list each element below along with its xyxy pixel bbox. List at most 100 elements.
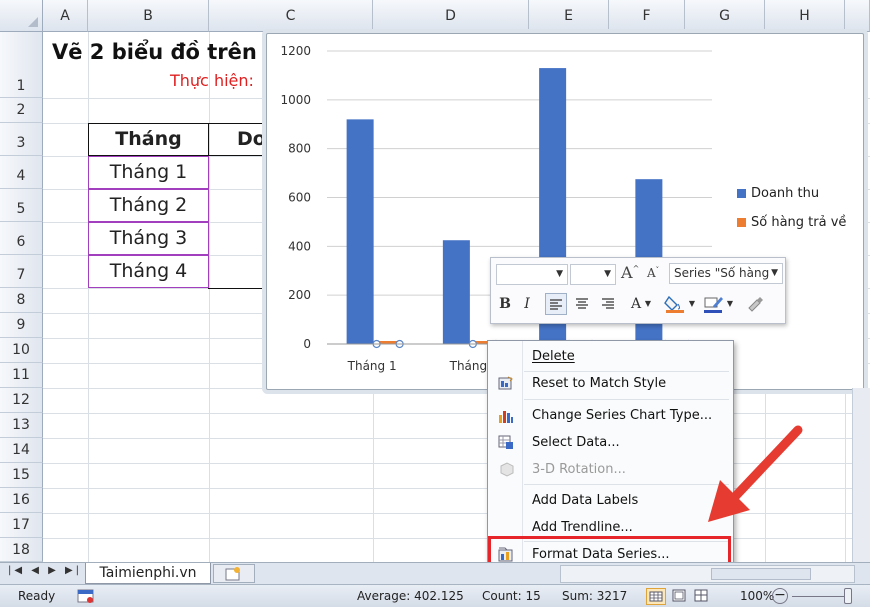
grow-font-button[interactable]: A^ bbox=[621, 263, 639, 282]
menu-separator bbox=[524, 399, 729, 400]
x-tick-label: Tháng 1 bbox=[347, 359, 397, 373]
col-header-f[interactable]: F bbox=[609, 0, 685, 32]
page-layout-icon bbox=[672, 589, 686, 602]
row-header-13[interactable]: 13 bbox=[0, 413, 43, 438]
gridline bbox=[209, 32, 210, 562]
bold-button[interactable]: B bbox=[497, 293, 513, 315]
series-select[interactable]: Series "Số hàng ▼ bbox=[669, 263, 783, 284]
legend-swatch bbox=[737, 189, 746, 198]
minus-icon: − bbox=[774, 587, 786, 603]
zoom-slider[interactable] bbox=[792, 596, 850, 597]
status-bar: Ready Average: 402.125 Count: 15 Sum: 32… bbox=[0, 584, 870, 607]
bar-doanh-thu[interactable] bbox=[346, 119, 374, 344]
mini-format-toolbar[interactable]: ▼ ▼ A^ A˅ Series "Số hàng ▼ B I A ▼ ▼ ▼ bbox=[490, 257, 786, 324]
col-header-c[interactable]: C bbox=[209, 0, 373, 32]
status-mode: Ready bbox=[18, 589, 56, 603]
chevron-down-icon: ▼ bbox=[771, 264, 778, 283]
sheet-tab-active[interactable]: Taimienphi.vn bbox=[85, 563, 211, 584]
select-data-icon bbox=[498, 435, 513, 449]
shrink-font-button[interactable]: A˅ bbox=[647, 266, 659, 280]
zoom-level[interactable]: 100% bbox=[740, 589, 774, 603]
col-header-b[interactable]: B bbox=[88, 0, 209, 32]
row-header-3[interactable]: 3 bbox=[0, 123, 43, 156]
bar-doanh-thu[interactable] bbox=[442, 240, 470, 344]
scroll-thumb[interactable] bbox=[711, 568, 811, 580]
table-cell-month[interactable]: Tháng 3 bbox=[88, 222, 209, 255]
row-header-16[interactable]: 16 bbox=[0, 488, 43, 513]
row-header-7[interactable]: 7 bbox=[0, 255, 43, 288]
table-cell-month[interactable]: Tháng 1 bbox=[88, 156, 209, 189]
x-tick-label: Tháng bbox=[449, 359, 488, 373]
menu-item-label: Change Series Chart Type... bbox=[532, 408, 713, 423]
row-header-4[interactable]: 4 bbox=[0, 156, 43, 189]
table-cell-month[interactable]: Tháng 2 bbox=[88, 189, 209, 222]
menu-item-delete[interactable]: Delete bbox=[488, 343, 733, 370]
sheet-title: Vẽ 2 biểu đồ trên bbox=[52, 40, 257, 64]
tab-scroll-buttons[interactable]: |◀ ◀ ▶ ▶| bbox=[8, 565, 82, 576]
annotation-arrow-icon bbox=[708, 425, 803, 522]
legend-item-doanh-thu[interactable]: Doanh thu bbox=[737, 186, 819, 201]
menu-item-label: Select Data... bbox=[532, 435, 620, 450]
font-size-select[interactable]: ▼ bbox=[570, 264, 616, 285]
menu-item-reset-style[interactable]: Reset to Match Style bbox=[488, 370, 733, 397]
series-select-label: Series "Số hàng bbox=[674, 266, 770, 280]
zoom-slider-thumb[interactable] bbox=[844, 588, 852, 604]
chart-area[interactable]: 0 200 400 600 800 1000 1200 Tháng 1 Tháng Doanh … bbox=[266, 33, 864, 390]
page-layout-button[interactable] bbox=[670, 588, 690, 605]
row-header-8[interactable]: 8 bbox=[0, 288, 43, 313]
row-header-6[interactable]: 6 bbox=[0, 222, 43, 255]
legend-label: Số hàng trả về bbox=[751, 215, 847, 230]
row-header-17[interactable]: 17 bbox=[0, 513, 43, 538]
format-painter-icon bbox=[748, 297, 763, 312]
align-left-button[interactable] bbox=[545, 293, 567, 315]
col-header-next[interactable] bbox=[845, 0, 870, 32]
font-color-button[interactable]: A bbox=[629, 293, 643, 315]
row-header-10[interactable]: 10 bbox=[0, 338, 43, 363]
row-header-9[interactable]: 9 bbox=[0, 313, 43, 338]
legend-swatch bbox=[737, 218, 746, 227]
format-painter-button[interactable] bbox=[743, 293, 767, 315]
col-header-h[interactable]: H bbox=[765, 0, 845, 32]
pen-outline-icon bbox=[704, 297, 723, 313]
italic-button[interactable]: I bbox=[519, 293, 535, 315]
col-header-d[interactable]: D bbox=[373, 0, 529, 32]
record-macro-icon bbox=[77, 589, 94, 603]
col-header-e[interactable]: E bbox=[529, 0, 609, 32]
table-header-revenue[interactable]: Do bbox=[208, 123, 274, 156]
caret-up-icon: ^ bbox=[632, 264, 640, 274]
outline-color-button[interactable] bbox=[701, 293, 725, 315]
row-header-12[interactable]: 12 bbox=[0, 388, 43, 413]
paint-bucket-icon bbox=[664, 295, 684, 313]
select-all-corner[interactable] bbox=[0, 0, 43, 32]
chevron-down-icon[interactable]: ▼ bbox=[687, 293, 697, 315]
horizontal-scrollbar[interactable] bbox=[560, 565, 855, 583]
row-header-11[interactable]: 11 bbox=[0, 363, 43, 388]
zoom-out-button[interactable]: − bbox=[772, 588, 788, 604]
macro-record-icon[interactable] bbox=[76, 588, 96, 604]
col-header-g[interactable]: G bbox=[685, 0, 765, 32]
gridline bbox=[43, 538, 870, 539]
chevron-down-icon[interactable]: ▼ bbox=[725, 293, 735, 315]
align-center-button[interactable] bbox=[571, 293, 593, 315]
row-header-5[interactable]: 5 bbox=[0, 189, 43, 222]
row-header-18[interactable]: 18 bbox=[0, 538, 43, 562]
legend-item-so-hang[interactable]: Số hàng trả về bbox=[737, 215, 846, 230]
spreadsheet-grid[interactable]: A B C D E F G H 1 2 3 4 5 6 7 8 9 10 11 … bbox=[0, 0, 870, 562]
gridline bbox=[88, 32, 89, 562]
col-header-a[interactable]: A bbox=[43, 0, 88, 32]
row-header-15[interactable]: 15 bbox=[0, 463, 43, 488]
insert-sheet-button[interactable] bbox=[213, 564, 255, 583]
normal-view-button[interactable] bbox=[646, 588, 666, 605]
table-cell-month[interactable]: Tháng 4 bbox=[88, 255, 209, 288]
row-header-2[interactable]: 2 bbox=[0, 98, 43, 123]
table-header-month[interactable]: Tháng bbox=[88, 123, 209, 156]
align-right-button[interactable] bbox=[597, 293, 619, 315]
fill-color-button[interactable] bbox=[663, 293, 687, 315]
font-name-select[interactable]: ▼ bbox=[496, 264, 568, 285]
y-tick-label: 200 bbox=[288, 288, 311, 302]
row-header-14[interactable]: 14 bbox=[0, 438, 43, 463]
vertical-scrollbar[interactable] bbox=[852, 388, 870, 562]
chevron-down-icon[interactable]: ▼ bbox=[643, 293, 653, 315]
row-header-1[interactable]: 1 bbox=[0, 32, 43, 98]
page-break-button[interactable] bbox=[692, 588, 712, 605]
